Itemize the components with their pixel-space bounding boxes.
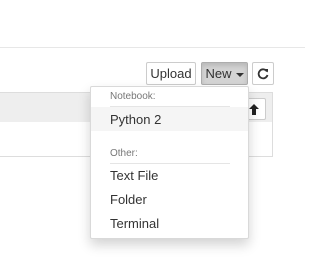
new-dropdown-button[interactable]: New: [201, 62, 248, 85]
refresh-button[interactable]: [252, 62, 274, 85]
other-section-header: Other:: [110, 148, 138, 159]
header-divider: [0, 47, 305, 48]
arrow-up-icon: [249, 103, 259, 115]
menu-item-label: Terminal: [110, 215, 160, 231]
new-dropdown-menu: Notebook: Python 2 Other: Text File Fold…: [90, 86, 249, 239]
caret-down-icon: [235, 72, 244, 77]
upload-button-label: Upload: [150, 66, 192, 81]
menu-item-folder[interactable]: Folder: [91, 187, 248, 211]
menu-item-python-2[interactable]: Python 2: [91, 107, 248, 131]
notebook-section-header: Notebook:: [110, 91, 156, 102]
menu-item-label: Python 2: [110, 111, 162, 127]
new-button-label: New: [205, 66, 232, 81]
menu-item-text-file[interactable]: Text File: [91, 163, 248, 187]
menu-item-label: Folder: [110, 191, 147, 207]
upload-button[interactable]: Upload: [146, 62, 196, 85]
refresh-icon: [257, 67, 269, 79]
menu-item-label: Text File: [110, 167, 159, 183]
menu-item-terminal[interactable]: Terminal: [91, 211, 248, 235]
